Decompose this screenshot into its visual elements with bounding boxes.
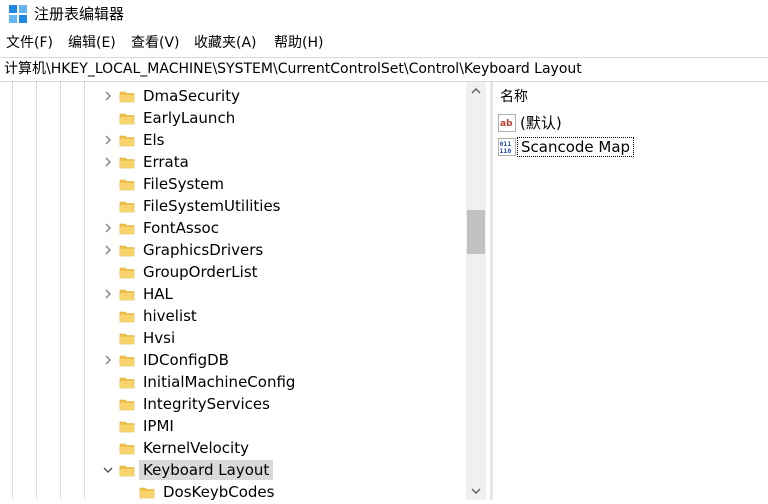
tree-node[interactable]: IDConfigDB (0, 349, 466, 371)
binary-value-icon: 011 110 (498, 138, 516, 156)
folder-icon (119, 154, 135, 170)
tree-node-label: DmaSecurity (143, 87, 240, 105)
tree-node[interactable]: EarlyLaunch (0, 107, 466, 129)
tree-node-label: Keyboard Layout (139, 460, 274, 480)
tree-node[interactable]: hivelist (0, 305, 466, 327)
tree-node[interactable]: IPMI (0, 415, 466, 437)
tree-node-label: hivelist (143, 307, 197, 325)
folder-icon (119, 440, 135, 456)
menu-view[interactable]: 查看(V) (131, 34, 180, 52)
value-name: (默认) (520, 114, 562, 132)
chevron-right-icon[interactable] (103, 157, 113, 167)
tree-node[interactable]: DmaSecurity (0, 85, 466, 107)
tree-node-label: IDConfigDB (143, 351, 229, 369)
scroll-up-arrow-icon[interactable] (466, 82, 486, 100)
tree-node[interactable]: InitialMachineConfig (0, 371, 466, 393)
tree-node[interactable]: DosKeybCodes (0, 481, 466, 500)
tree-node[interactable]: Keyboard Layout (0, 459, 466, 481)
chevron-right-icon[interactable] (103, 289, 113, 299)
tree-node-label: Els (143, 131, 165, 149)
tree-node[interactable]: FileSystemUtilities (0, 195, 466, 217)
menu-file[interactable]: 文件(F) (6, 34, 53, 52)
folder-icon (119, 308, 135, 324)
tree-node-label: GroupOrderList (143, 263, 258, 281)
window-title: 注册表编辑器 (34, 5, 125, 23)
folder-icon (119, 88, 135, 104)
chevron-down-icon[interactable] (103, 465, 113, 475)
tree-node-label: FontAssoc (143, 219, 219, 237)
chevron-right-icon[interactable] (103, 135, 113, 145)
tree-node-label: KernelVelocity (143, 439, 249, 457)
folder-icon (119, 110, 135, 126)
pane-splitter[interactable] (490, 82, 493, 500)
tree-node[interactable]: Els (0, 129, 466, 151)
folder-icon (119, 264, 135, 280)
tree-node-label: Hvsi (143, 329, 176, 347)
chevron-right-icon[interactable] (103, 355, 113, 365)
tree-node-label: Errata (143, 153, 189, 171)
tree-node-label: IntegrityServices (143, 395, 270, 413)
chevron-right-icon[interactable] (103, 223, 113, 233)
svg-text:110: 110 (500, 147, 512, 155)
address-path[interactable]: 计算机\HKEY_LOCAL_MACHINE\SYSTEM\CurrentCon… (4, 61, 582, 78)
address-bar[interactable]: 计算机\HKEY_LOCAL_MACHINE\SYSTEM\CurrentCon… (0, 57, 768, 82)
folder-icon (119, 286, 135, 302)
title-bar: 注册表编辑器 (0, 0, 768, 30)
folder-icon (119, 374, 135, 390)
folder-icon (119, 330, 135, 346)
tree-node[interactable]: FontAssoc (0, 217, 466, 239)
folder-icon (119, 418, 135, 434)
value-name: Scancode Map (516, 137, 635, 157)
folder-icon (119, 220, 135, 236)
tree-node[interactable]: FileSystem (0, 173, 466, 195)
values-list[interactable]: 名称 ab (默认) 011 110 Scancode Map (494, 82, 768, 500)
tree-node[interactable]: KernelVelocity (0, 437, 466, 459)
folder-icon (119, 176, 135, 192)
tree-node-label: IPMI (143, 417, 174, 435)
column-header-name[interactable]: 名称 (500, 88, 528, 106)
tree-node-label: InitialMachineConfig (143, 373, 296, 391)
folder-icon (119, 132, 135, 148)
folder-icon (119, 396, 135, 412)
tree-node[interactable]: GraphicsDrivers (0, 239, 466, 261)
key-tree[interactable]: DmaSecurity EarlyLaunch Els Errata FileSyste… (0, 82, 488, 500)
tree-node-label: FileSystem (143, 175, 225, 193)
svg-text:ab: ab (500, 119, 513, 129)
tree-node-label: FileSystemUtilities (143, 197, 281, 215)
menu-bar: 文件(F) 编辑(E) 查看(V) 收藏夹(A) 帮助(H) (0, 32, 768, 54)
chevron-right-icon[interactable] (103, 91, 113, 101)
tree-node[interactable]: Hvsi (0, 327, 466, 349)
tree-scrollbar[interactable] (466, 82, 486, 500)
folder-icon (119, 198, 135, 214)
value-row-default[interactable]: ab (默认) (498, 112, 618, 134)
tree-node-label: DosKeybCodes (163, 483, 275, 500)
tree-node[interactable]: Errata (0, 151, 466, 173)
tree-node[interactable]: IntegrityServices (0, 393, 466, 415)
tree-node-label: GraphicsDrivers (143, 241, 264, 259)
menu-favorites[interactable]: 收藏夹(A) (194, 34, 257, 52)
value-row-scancode-map[interactable]: 011 110 Scancode Map (498, 136, 658, 158)
chevron-right-icon[interactable] (103, 245, 113, 255)
folder-icon (119, 462, 135, 478)
folder-icon (119, 242, 135, 258)
menu-help[interactable]: 帮助(H) (274, 34, 323, 52)
scroll-thumb[interactable] (467, 210, 485, 254)
tree-node[interactable]: GroupOrderList (0, 261, 466, 283)
menu-edit[interactable]: 编辑(E) (68, 34, 116, 52)
tree-node-label: HAL (143, 285, 173, 303)
registry-editor-icon (8, 4, 28, 24)
folder-icon (139, 484, 155, 500)
string-value-icon: ab (498, 114, 516, 132)
tree-node-label: EarlyLaunch (143, 109, 236, 127)
scroll-down-arrow-icon[interactable] (466, 482, 486, 500)
tree-node[interactable]: HAL (0, 283, 466, 305)
folder-icon (119, 352, 135, 368)
